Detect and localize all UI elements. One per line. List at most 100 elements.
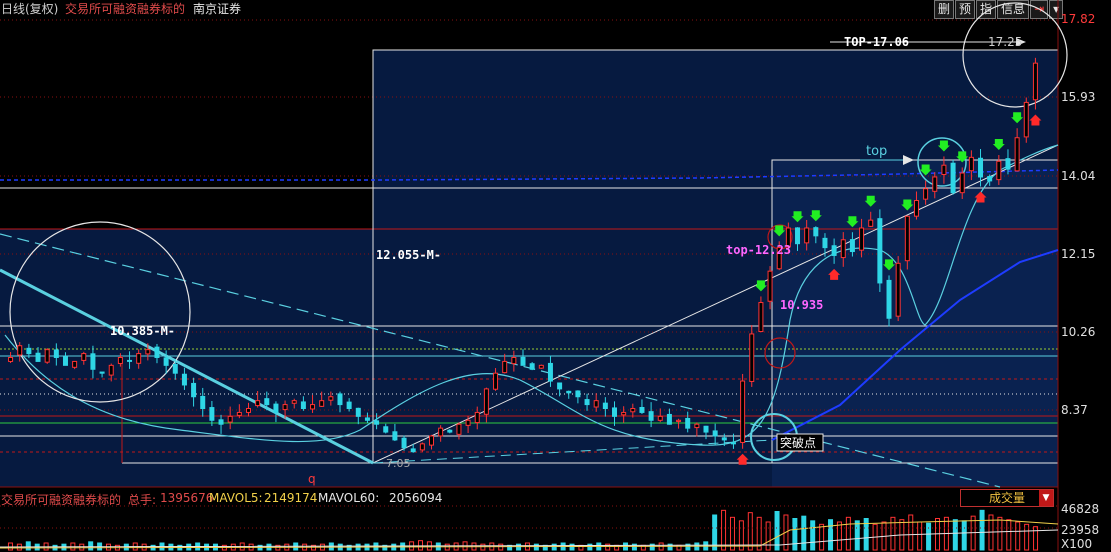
candle[interactable] bbox=[831, 245, 837, 256]
candle[interactable] bbox=[886, 279, 892, 319]
candle[interactable] bbox=[968, 156, 974, 172]
candle[interactable] bbox=[447, 429, 453, 433]
volume-bars[interactable] bbox=[7, 509, 1039, 551]
candle[interactable] bbox=[602, 402, 608, 410]
candle[interactable] bbox=[355, 407, 361, 417]
candle[interactable] bbox=[740, 380, 746, 443]
candle[interactable] bbox=[53, 349, 59, 358]
candle[interactable] bbox=[694, 423, 700, 429]
candle[interactable] bbox=[868, 219, 874, 227]
candle[interactable] bbox=[401, 437, 407, 449]
candle[interactable] bbox=[877, 218, 883, 284]
candle[interactable] bbox=[90, 353, 96, 370]
volume-bar[interactable] bbox=[25, 541, 31, 551]
candle[interactable] bbox=[721, 437, 727, 441]
candle[interactable] bbox=[913, 200, 919, 217]
candle[interactable] bbox=[62, 356, 68, 366]
candle[interactable] bbox=[227, 415, 233, 423]
candle[interactable] bbox=[685, 417, 691, 429]
candle[interactable] bbox=[730, 442, 736, 445]
candle[interactable] bbox=[145, 349, 151, 355]
candle[interactable] bbox=[1005, 158, 1011, 170]
candle[interactable] bbox=[127, 359, 133, 362]
candle[interactable] bbox=[1014, 137, 1020, 172]
candle[interactable] bbox=[438, 427, 444, 437]
kline-chart[interactable]: TOP-17.06 17.25 top top-12.23 12.055-M- … bbox=[0, 0, 1111, 552]
candle[interactable] bbox=[456, 423, 462, 435]
candle[interactable] bbox=[511, 356, 517, 365]
volume-bar[interactable] bbox=[952, 519, 958, 551]
candle[interactable] bbox=[273, 403, 279, 413]
candle[interactable] bbox=[520, 356, 526, 366]
candle[interactable] bbox=[767, 270, 773, 302]
candle[interactable] bbox=[291, 400, 297, 404]
candle[interactable] bbox=[547, 362, 553, 382]
candle[interactable] bbox=[493, 372, 499, 390]
candle[interactable] bbox=[959, 172, 965, 194]
candle[interactable] bbox=[364, 417, 370, 421]
candle[interactable] bbox=[300, 401, 306, 410]
candle[interactable] bbox=[346, 401, 352, 410]
candle[interactable] bbox=[648, 411, 654, 421]
volume-bar[interactable] bbox=[828, 519, 834, 551]
candle[interactable] bbox=[374, 420, 380, 425]
candle[interactable] bbox=[108, 364, 114, 376]
candle[interactable] bbox=[584, 399, 590, 406]
candle[interactable] bbox=[712, 430, 718, 437]
volume-bar[interactable] bbox=[997, 516, 1003, 551]
candle[interactable] bbox=[612, 407, 618, 417]
candle[interactable] bbox=[428, 435, 434, 446]
candle[interactable] bbox=[117, 356, 123, 364]
candle[interactable] bbox=[639, 407, 645, 413]
candle[interactable] bbox=[245, 408, 251, 413]
candle[interactable] bbox=[1032, 62, 1038, 101]
volume-bar[interactable] bbox=[774, 511, 780, 551]
candle[interactable] bbox=[419, 443, 425, 451]
candle[interactable] bbox=[218, 419, 224, 425]
candle[interactable] bbox=[859, 227, 865, 251]
candle[interactable] bbox=[630, 408, 636, 413]
volume-bar[interactable] bbox=[908, 514, 914, 551]
candle[interactable] bbox=[676, 419, 682, 422]
candle[interactable] bbox=[328, 396, 334, 401]
volume-bar[interactable] bbox=[836, 521, 842, 551]
candle[interactable] bbox=[26, 347, 32, 355]
candle[interactable] bbox=[996, 160, 1002, 181]
candle[interactable] bbox=[483, 388, 489, 415]
volume-bar[interactable] bbox=[801, 515, 807, 551]
candle[interactable] bbox=[154, 346, 160, 358]
volume-bar[interactable] bbox=[551, 543, 557, 551]
candle[interactable] bbox=[575, 390, 581, 398]
candle[interactable] bbox=[172, 363, 178, 374]
candle[interactable] bbox=[840, 239, 846, 259]
candle[interactable] bbox=[950, 162, 956, 194]
candle[interactable] bbox=[529, 363, 535, 370]
candle[interactable] bbox=[264, 398, 270, 406]
candle[interactable] bbox=[35, 352, 41, 362]
volume-bar[interactable] bbox=[1006, 519, 1012, 551]
candle[interactable] bbox=[822, 237, 828, 249]
candle[interactable] bbox=[703, 425, 709, 433]
candle[interactable] bbox=[566, 390, 572, 394]
volume-bar[interactable] bbox=[1015, 521, 1021, 551]
candle[interactable] bbox=[410, 448, 416, 453]
candle[interactable] bbox=[978, 157, 984, 178]
chevron-down-icon[interactable]: ▼ bbox=[1039, 490, 1053, 506]
candle[interactable] bbox=[502, 360, 508, 374]
candle[interactable] bbox=[813, 227, 819, 237]
candle[interactable] bbox=[72, 360, 78, 368]
volume-bar[interactable] bbox=[961, 520, 967, 551]
volume-bar[interactable] bbox=[917, 521, 923, 551]
candle[interactable] bbox=[474, 411, 480, 424]
candle[interactable] bbox=[749, 333, 755, 382]
volume-bar[interactable] bbox=[890, 516, 896, 551]
candle[interactable] bbox=[392, 431, 398, 441]
volume-bar[interactable] bbox=[417, 540, 423, 551]
candle[interactable] bbox=[538, 364, 544, 369]
candle[interactable] bbox=[557, 382, 563, 390]
volume-bar[interactable] bbox=[810, 520, 816, 551]
volume-bar[interactable] bbox=[979, 509, 985, 551]
candle[interactable] bbox=[81, 353, 87, 361]
candle[interactable] bbox=[932, 176, 938, 192]
candle[interactable] bbox=[282, 404, 288, 411]
